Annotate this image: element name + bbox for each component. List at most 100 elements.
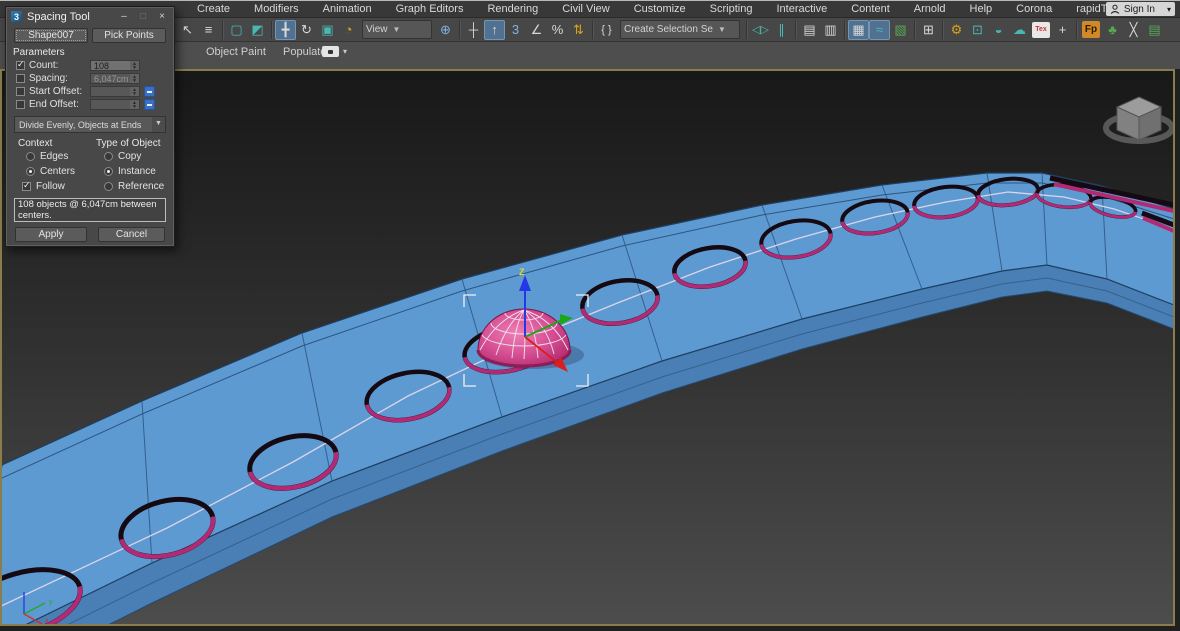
render-in-cloud-button[interactable]: ☁ [1009,20,1030,40]
select-and-place-button[interactable]: ◔ [338,20,359,40]
tab-object-paint[interactable]: Object Paint [206,42,266,62]
centers-radio[interactable] [26,167,35,176]
select-and-move-button[interactable]: ╋ [275,20,296,40]
count-field[interactable]: 108▲▼ [90,60,140,71]
copy-radio[interactable] [104,152,113,161]
spacing-status-box: 108 objects @ 6,047cm between centers. [14,198,166,222]
apply-button[interactable]: Apply [15,227,87,242]
select-by-name-button[interactable]: ≡ [198,20,219,40]
use-pivot-point-center-button[interactable]: ⊕ [435,20,456,40]
count-spinner[interactable]: ▲▼ [130,61,139,70]
menu-content[interactable]: Content [839,1,902,17]
rectangular-selection-region-button[interactable]: ▢ [226,20,247,40]
edges-radio[interactable] [26,152,35,161]
tab-populate[interactable]: Populate [283,42,326,62]
ribbon-mini-caret-icon[interactable]: ▾ [343,47,347,56]
end-offset-spinner[interactable]: ▲▼ [130,100,139,109]
curve-editor-button[interactable]: ≈ [869,20,890,40]
menu-interactive[interactable]: Interactive [764,1,839,17]
follow-checkbox[interactable] [22,182,31,191]
main-toolbar: ↖ ≡ ▢ ◩ ╋ ↻ ▣ ◔ View ▼ ⊕ ┼ ↑ 3 ∠ % ⇅ { }… [0,18,1180,42]
close-button[interactable]: × [155,11,169,22]
menu-scripting[interactable]: Scripting [698,1,765,17]
start-offset-field[interactable]: ▲▼ [90,86,140,97]
toggle-ribbon-button[interactable]: ▦ [848,20,869,40]
ribbon-mini-toolbar-button[interactable] [322,46,339,57]
add-toolbar-button[interactable]: + [1052,20,1073,40]
start-offset-lock-button[interactable] [144,86,155,97]
plugin-tools-button[interactable]: ╳ [1123,20,1144,40]
viewport-scene: Z y x [2,71,1173,624]
percent-snap-toggle-button[interactable]: % [547,20,568,40]
spacing-spinner[interactable]: ▲▼ [130,74,139,83]
select-and-scale-button[interactable]: ▣ [317,20,338,40]
select-object-button[interactable]: ↖ [177,20,198,40]
type-of-object-group: Type of Object Copy Instance Reference [90,138,168,194]
render-setup-button[interactable]: ⚙ [946,20,967,40]
reference-coordinate-system-dropdown[interactable]: View ▼ [362,20,432,39]
menu-modifiers[interactable]: Modifiers [242,1,311,17]
material-editor-button[interactable]: ⊞ [918,20,939,40]
shape-pick-button[interactable]: Shape007 [14,28,88,43]
menu-customize[interactable]: Customize [622,1,698,17]
menu-create[interactable]: Create [185,1,242,17]
schematic-view-button[interactable]: ▧ [890,20,911,40]
dialog-title-bar[interactable]: 3 Spacing Tool – □ × [6,7,174,25]
tripod-x-label: x [45,618,49,624]
divide-method-dropdown[interactable]: Divide Evenly, Objects at Ends ▼ [14,116,166,133]
menu-graph-editors[interactable]: Graph Editors [384,1,476,17]
end-offset-field[interactable]: ▲▼ [90,99,140,110]
pick-points-button[interactable]: Pick Points [92,28,166,43]
start-offset-spinner[interactable]: ▲▼ [130,87,139,96]
snaps-toggle-button[interactable]: 3 [505,20,526,40]
start-offset-label: Start Offset: [25,86,90,97]
mirror-button[interactable]: ◁▷ [750,20,771,40]
menu-civil-view[interactable]: Civil View [550,1,621,17]
rendered-frame-window-button[interactable]: ⊡ [967,20,988,40]
select-and-manipulate-button[interactable]: ┼ [463,20,484,40]
menu-arnold[interactable]: Arnold [902,1,958,17]
spacing-field[interactable]: 6,047cm▲▼ [90,73,140,84]
3dsmax-app-icon: 3 [11,11,22,22]
plugin-list-button[interactable]: ▤ [1144,20,1165,40]
named-selection-sets-dropdown[interactable]: Create Selection Se ▼ [620,20,740,39]
menu-corona[interactable]: Corona [1004,1,1064,17]
menu-animation[interactable]: Animation [311,1,384,17]
reference-radio[interactable] [104,182,113,191]
render-production-button[interactable]: ◒ [988,20,1009,40]
end-offset-checkbox[interactable] [16,100,25,109]
sign-in-caret-icon[interactable]: ▾ [1167,5,1171,14]
spacing-value: 6,047cm [91,74,130,84]
menu-rendering[interactable]: Rendering [475,1,550,17]
cancel-button[interactable]: Cancel [98,227,165,242]
keyboard-shortcut-override-button[interactable]: ↑ [484,20,505,40]
itoo-trees-button[interactable]: ♣ [1102,20,1123,40]
spacing-checkbox[interactable] [16,74,25,83]
perspective-viewport[interactable]: Z y x [0,69,1175,626]
forestpack-button[interactable]: Fp [1082,21,1100,38]
edit-named-selection-sets-button[interactable]: { } [596,20,617,40]
count-checkbox[interactable] [16,61,25,70]
menu-help[interactable]: Help [958,1,1005,17]
align-button[interactable]: ∥ [771,20,792,40]
dropdown-arrow-icon: ▼ [393,25,401,34]
spinner-snap-toggle-button[interactable]: ⇅ [568,20,589,40]
count-value: 108 [91,61,130,71]
toggle-layer-explorer-button[interactable]: ▥ [820,20,841,40]
start-offset-checkbox[interactable] [16,87,25,96]
end-offset-row: End Offset: ▲▼ [6,98,174,111]
sign-in-button[interactable]: Sign In ▾ [1106,2,1175,16]
spacing-row: Spacing: 6,047cm▲▼ [6,72,174,85]
window-crossing-toggle-button[interactable]: ◩ [247,20,268,40]
select-and-rotate-button[interactable]: ↻ [296,20,317,40]
toolbar-separator [459,21,460,39]
minimize-button[interactable]: – [117,11,131,22]
person-icon [1110,4,1120,14]
toggle-scene-explorer-button[interactable]: ▤ [799,20,820,40]
instance-label: Instance [113,166,156,177]
angle-snap-toggle-button[interactable]: ∠ [526,20,547,40]
end-offset-lock-button[interactable] [144,99,155,110]
textools-button[interactable]: Tex [1032,22,1050,38]
divide-method-value: Divide Evenly, Objects at Ends [15,120,152,130]
instance-radio[interactable] [104,167,113,176]
